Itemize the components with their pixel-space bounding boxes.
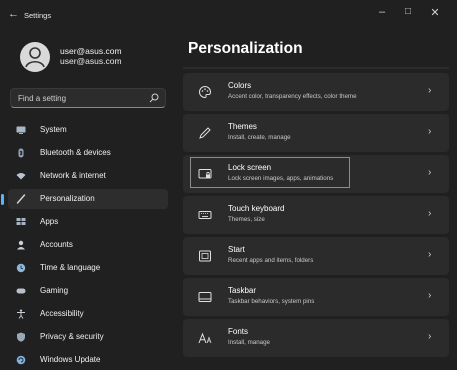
start-icon bbox=[199, 250, 211, 262]
card-title: Start bbox=[228, 245, 245, 254]
search-input[interactable]: Find a setting bbox=[10, 88, 166, 108]
active-indicator bbox=[1, 194, 4, 205]
globe-clock-icon bbox=[16, 263, 26, 273]
card-title: Lock screen bbox=[228, 163, 272, 172]
sidebar-item-time-language[interactable]: Time & language bbox=[8, 258, 168, 278]
apps-icon bbox=[16, 218, 26, 225]
sidebar-item-windows-update[interactable]: Windows Update bbox=[8, 350, 168, 370]
sidebar-item-label: Gaming bbox=[40, 286, 69, 295]
maximize-button[interactable]: □ bbox=[401, 6, 415, 17]
chevron-right-icon: › bbox=[428, 331, 432, 342]
card-taskbar[interactable]: Taskbar Taskbar behaviors, system pins › bbox=[183, 278, 449, 316]
taskbar-icon bbox=[198, 292, 212, 302]
minimize-button[interactable]: – bbox=[375, 6, 389, 18]
search-icon[interactable] bbox=[149, 93, 159, 103]
keyboard-icon bbox=[198, 211, 212, 219]
sidebar-item-label: System bbox=[40, 125, 67, 134]
sidebar-item-accessibility[interactable]: Accessibility bbox=[8, 304, 168, 324]
bluetooth-icon bbox=[18, 148, 24, 158]
card-subtitle: Install, manage bbox=[228, 339, 270, 346]
chevron-right-icon: › bbox=[428, 208, 432, 219]
palette-icon bbox=[199, 85, 212, 99]
person-avatar-icon bbox=[25, 47, 45, 68]
card-title: Taskbar bbox=[228, 286, 257, 295]
sidebar-item-label: Accounts bbox=[40, 240, 73, 249]
sidebar-item-network[interactable]: Network & internet bbox=[8, 166, 168, 186]
sidebar-item-system[interactable]: System bbox=[8, 120, 168, 140]
card-fonts[interactable]: Fonts Install, manage › bbox=[183, 319, 449, 357]
fonts-icon bbox=[198, 332, 212, 344]
close-button[interactable]: ✕ bbox=[428, 6, 442, 19]
card-subtitle: Lock screen images, apps, animations bbox=[228, 175, 334, 182]
chevron-right-icon: › bbox=[428, 249, 432, 260]
pen-icon bbox=[199, 127, 211, 139]
sidebar-item-label: Apps bbox=[40, 217, 59, 226]
sidebar-item-personalization[interactable]: Personalization bbox=[1, 189, 168, 209]
sidebar-item-gaming[interactable]: Gaming bbox=[8, 281, 168, 301]
brush-icon bbox=[16, 194, 26, 204]
card-themes[interactable]: Themes Install, create, manage › bbox=[183, 114, 449, 152]
card-title: Colors bbox=[228, 81, 252, 90]
accessibility-icon bbox=[17, 309, 25, 319]
card-title: Touch keyboard bbox=[228, 204, 285, 213]
search-placeholder: Find a setting bbox=[18, 94, 67, 103]
sidebar-item-label: Time & language bbox=[40, 263, 101, 272]
sidebar-item-label: Personalization bbox=[40, 194, 95, 203]
card-title: Fonts bbox=[228, 327, 249, 336]
wifi-icon bbox=[16, 173, 26, 180]
card-colors[interactable]: Colors Accent color, transparency effect… bbox=[183, 73, 449, 111]
avatar[interactable] bbox=[20, 42, 50, 72]
previous-card-edge bbox=[183, 67, 449, 69]
gamepad-icon bbox=[16, 288, 26, 294]
chevron-right-icon: › bbox=[428, 290, 432, 301]
card-start[interactable]: Start Recent apps and items, folders › bbox=[183, 237, 449, 275]
page-title: Personalization bbox=[188, 40, 303, 57]
sidebar-item-privacy[interactable]: Privacy & security bbox=[8, 327, 168, 347]
card-subtitle: Themes, size bbox=[228, 216, 265, 223]
title-bar: ← Settings – □ ✕ bbox=[0, 0, 457, 34]
card-touch-keyboard[interactable]: Touch keyboard Themes, size › bbox=[183, 196, 449, 234]
sidebar-item-accounts[interactable]: Accounts bbox=[8, 235, 168, 255]
card-title: Themes bbox=[228, 122, 257, 131]
sidebar-item-label: Privacy & security bbox=[40, 332, 104, 341]
card-subtitle: Install, create, manage bbox=[228, 134, 291, 141]
display-icon bbox=[16, 126, 26, 134]
person-icon bbox=[17, 240, 25, 250]
sidebar-item-bluetooth[interactable]: Bluetooth & devices bbox=[8, 143, 168, 163]
user-name: user@asus.com bbox=[60, 46, 122, 56]
sidebar-item-label: Windows Update bbox=[40, 355, 101, 364]
sidebar-item-label: Accessibility bbox=[40, 309, 84, 318]
sidebar-item-label: Bluetooth & devices bbox=[40, 148, 111, 157]
sidebar-item-apps[interactable]: Apps bbox=[8, 212, 168, 232]
window-title: Settings bbox=[24, 11, 52, 20]
user-email: user@asus.com bbox=[60, 56, 122, 66]
update-icon bbox=[16, 355, 26, 365]
shield-icon bbox=[17, 332, 25, 342]
card-subtitle: Taskbar behaviors, system pins bbox=[228, 298, 315, 305]
sidebar-item-label: Network & internet bbox=[40, 171, 106, 180]
back-button[interactable]: ← bbox=[8, 8, 19, 20]
chevron-right-icon: › bbox=[428, 85, 432, 96]
card-lock-screen[interactable]: Lock screen Lock screen images, apps, an… bbox=[183, 155, 449, 193]
lock-screen-icon bbox=[198, 169, 212, 179]
card-subtitle: Recent apps and items, folders bbox=[228, 257, 314, 264]
card-subtitle: Accent color, transparency effects, colo… bbox=[228, 93, 357, 100]
chevron-right-icon: › bbox=[428, 126, 432, 137]
chevron-right-icon: › bbox=[428, 167, 432, 178]
